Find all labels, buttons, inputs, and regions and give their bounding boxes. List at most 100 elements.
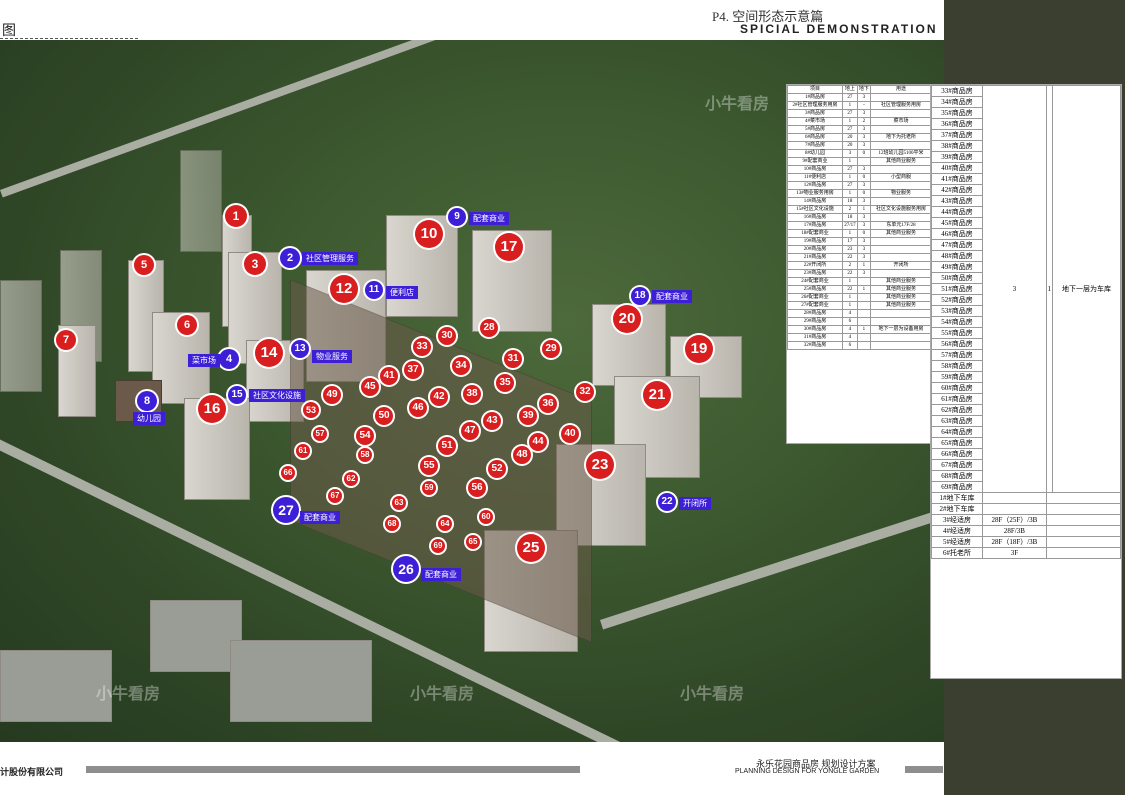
facility-label: 配套商业 — [300, 511, 340, 524]
table-row: 3#经适房 28F（25F）/3B — [931, 514, 1122, 526]
table-row: 13#物业服务用房 1 0 物业服务 — [786, 189, 933, 198]
table-cell: 2#社区管理服务用房 — [786, 101, 844, 110]
project-title-en: PLANNING DESIGN FOR YONGLE GARDEN — [735, 768, 880, 775]
building-marker-10: 10 — [415, 220, 443, 248]
table-cell: 地下一层为设备用房 — [869, 325, 933, 334]
table-cell — [1045, 536, 1122, 548]
footer-bar-right — [905, 766, 943, 773]
watermark: 小牛看房 — [705, 96, 770, 113]
table-cell: 28F（25F）/3B — [982, 514, 1047, 526]
table-cell: 3 — [856, 213, 871, 222]
table-cell: 54#商品房 — [931, 316, 983, 328]
building-table-1: 项目 地上 地下 用途 1#商品房 27 3 2#社区管理服务用房 1- 社区管理服务用房 3#商品… — [786, 84, 933, 444]
table-cell: 23 — [842, 245, 858, 254]
table-cell: 28#商品房 — [786, 309, 844, 318]
table-cell: 29#商品房 — [786, 317, 844, 326]
building-marker-48: 48 — [513, 446, 531, 464]
table-cell: 46#商品房 — [931, 228, 983, 240]
table-cell — [1045, 547, 1122, 559]
table-row: 25#商品房 22 1 其他商业服务 — [786, 285, 933, 294]
table-cell — [856, 277, 871, 286]
table-cell: 45#商品房 — [931, 217, 983, 229]
table-cell: 49#商品房 — [931, 261, 983, 273]
table-cell: 2#地下车库 — [931, 503, 983, 515]
table-cell: 61#商品房 — [931, 393, 983, 405]
table-cell: 0 — [856, 189, 871, 198]
table-cell: 3 — [856, 197, 871, 206]
table-row: 29#商品房 6 — [786, 317, 933, 326]
table-cell: 其他商业服务 — [869, 277, 933, 286]
table-cell: 26#配套商业 — [786, 293, 844, 302]
table-cell: 25#商品房 — [786, 285, 844, 294]
building-marker-20: 20 — [613, 305, 641, 333]
table-cell: 6 — [842, 341, 858, 350]
building-marker-25: 25 — [517, 534, 545, 562]
table-cell — [869, 93, 933, 102]
building-marker-68: 68 — [385, 517, 399, 531]
table-cell: 28F/3B — [982, 525, 1047, 537]
building-marker-18: 18 — [631, 287, 649, 305]
table-cell: 24#配套商业 — [786, 277, 844, 286]
facility-label: 配套商业 — [469, 212, 509, 225]
table-cell — [982, 492, 1047, 504]
watermark: 小牛看房 — [410, 686, 475, 703]
building-marker-28: 28 — [480, 319, 498, 337]
table-cell: 36#商品房 — [931, 118, 983, 130]
table-cell: 42#商品房 — [931, 184, 983, 196]
table-cell: 8#幼儿园 — [786, 149, 844, 158]
table-cell: 6#商品房 — [786, 133, 844, 142]
table-cell: 48#商品房 — [931, 250, 983, 262]
table-cell: 10#商品房 — [786, 165, 844, 174]
building-marker-69: 69 — [431, 539, 445, 553]
table-cell: 57#商品房 — [931, 349, 983, 361]
building-marker-3: 3 — [244, 253, 266, 275]
table-cell: 22 — [842, 269, 858, 278]
building-marker-7: 7 — [56, 330, 76, 350]
table-cell: 27 — [842, 125, 858, 134]
table-cell: 其他商业服务 — [869, 293, 933, 302]
table-cell: 67#商品房 — [931, 459, 983, 471]
facility-label: 菜市场 — [188, 354, 220, 367]
building-marker-39: 39 — [519, 407, 537, 425]
table-row: 23#商品房 22 3 — [786, 269, 933, 278]
building-marker-6: 6 — [177, 315, 197, 335]
building-marker-4: 4 — [219, 349, 239, 369]
building-marker-47: 47 — [461, 422, 479, 440]
building-marker-53: 53 — [303, 402, 319, 418]
table-row: 16#商品房 18 3 — [786, 213, 933, 222]
building — [230, 640, 372, 722]
table-cell: 3F — [982, 547, 1047, 559]
table-row: 6#商品房 20 3 地下为托老所 — [786, 133, 933, 142]
facility-label: 社区文化设施 — [249, 389, 305, 402]
header-divider — [0, 38, 138, 39]
table-cell: 22 — [842, 285, 858, 294]
building-marker-34: 34 — [452, 357, 470, 375]
building-marker-61: 61 — [296, 444, 310, 458]
table-row: 2#社区管理服务用房 1- 社区管理服务用房 — [786, 101, 933, 110]
building-marker-50: 50 — [375, 407, 393, 425]
table-cell: 31#商品房 — [786, 333, 844, 342]
table-cell: 16#商品房 — [786, 213, 844, 222]
table-header-cell: 地下 — [856, 85, 871, 94]
building-marker-43: 43 — [483, 412, 501, 430]
table-cell: 63#商品房 — [931, 415, 983, 427]
table-cell: 32#商品房 — [786, 341, 844, 350]
table-header-cell: 地上 — [842, 85, 858, 94]
table-cell: 38#商品房 — [931, 140, 983, 152]
building-table-2: 33#商品房 3 1 地下一层为车库 34#商品房 35#商品房 36#商品房 37#商品房 3… — [930, 84, 1122, 679]
building-marker-49: 49 — [323, 386, 341, 404]
table-cell: 6#托老所 — [931, 547, 983, 559]
table-cell: 3 — [856, 141, 871, 150]
table-row: 9#配套商业 1 其他商业服务 — [786, 157, 933, 166]
table-cell: 18 — [842, 213, 858, 222]
table-cell: 1 — [842, 189, 858, 198]
table-row: 31#商品房 4 — [786, 333, 933, 342]
table-cell: 3#商品房 — [786, 109, 844, 118]
watermark: 小牛看房 — [96, 686, 161, 703]
building-marker-19: 19 — [685, 335, 713, 363]
facility-label: 便利店 — [386, 286, 418, 299]
table-cell — [856, 301, 871, 310]
footer-bar — [86, 766, 580, 773]
table-cell: 44#商品房 — [931, 206, 983, 218]
table-cell — [1045, 492, 1122, 504]
